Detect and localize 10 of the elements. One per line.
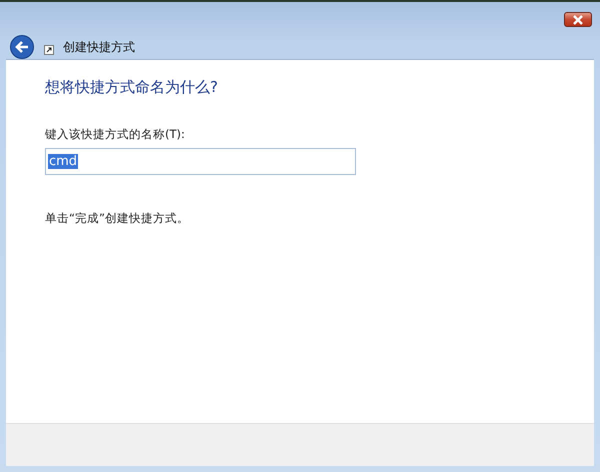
close-icon [572,14,584,24]
instruction-text: 单击“完成”创建快捷方式。 [45,211,189,226]
back-button[interactable] [10,35,34,59]
field-label: 键入该快捷方式的名称(T): [45,127,185,142]
field-value: cmd [48,154,78,169]
name-input-field[interactable]: cmd [45,148,356,175]
shortcut-icon [44,45,54,55]
window-title: 创建快捷方式 [63,38,135,56]
close-button[interactable] [564,12,592,27]
page-heading: 想将快捷方式命名为什么? [45,78,218,97]
